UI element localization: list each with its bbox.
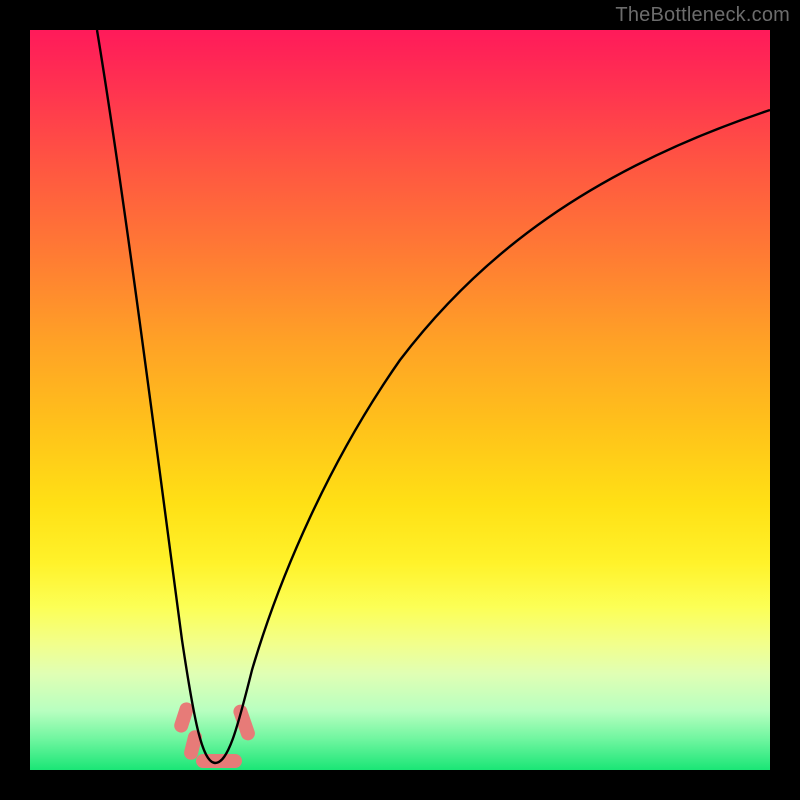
curve-path <box>97 30 770 763</box>
bottleneck-curve <box>30 30 770 770</box>
trough-markers <box>172 701 256 768</box>
marker-right <box>232 703 257 743</box>
watermark-text: TheBottleneck.com <box>615 4 790 27</box>
chart-plot-area <box>30 30 770 770</box>
